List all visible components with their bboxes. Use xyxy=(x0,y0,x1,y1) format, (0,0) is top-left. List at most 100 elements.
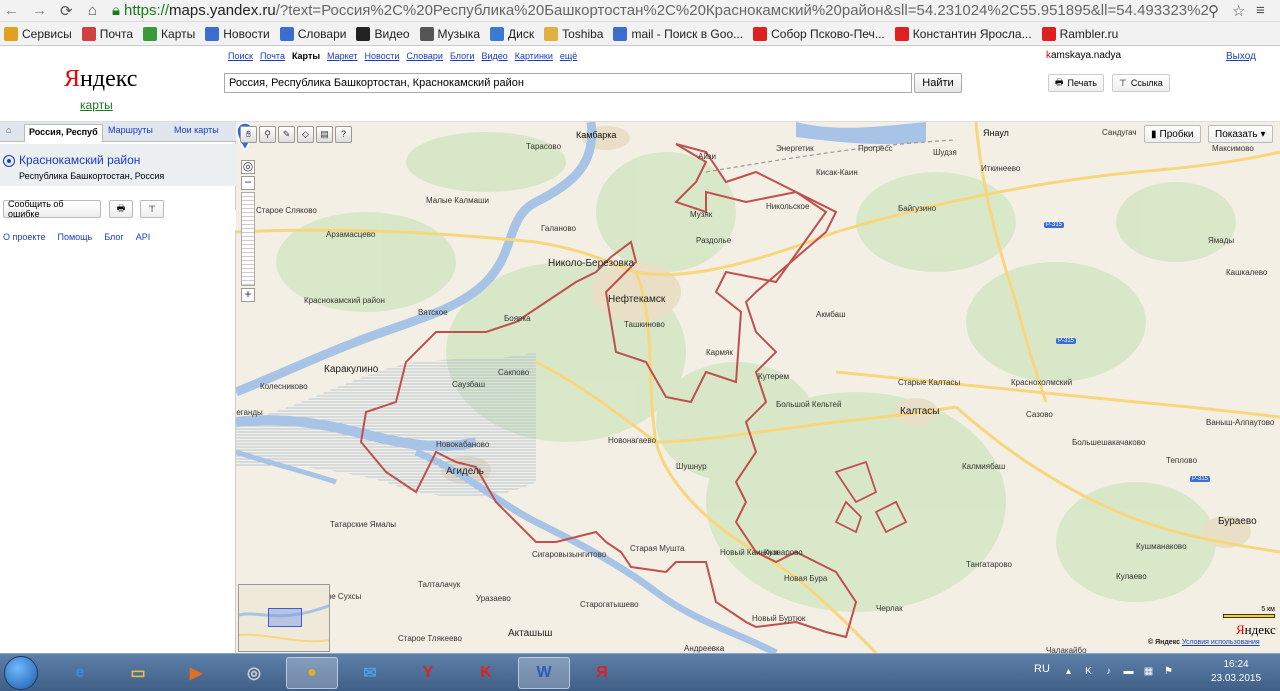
service-link[interactable]: Картинки xyxy=(515,51,553,61)
minimap[interactable] xyxy=(238,584,330,652)
kaspersky-app[interactable]: K xyxy=(460,657,512,689)
rambler-icon xyxy=(1041,26,1056,41)
service-link[interactable]: Почта xyxy=(260,51,285,61)
back-icon[interactable]: ← xyxy=(4,2,19,19)
search-input[interactable] xyxy=(224,73,912,93)
map-place-label: Агидель xyxy=(446,466,485,477)
hand-tool-icon[interactable]: ✋︎ xyxy=(240,126,257,143)
service-link[interactable]: Блоги xyxy=(450,51,474,61)
bookmark-item[interactable]: Карты xyxy=(143,26,195,41)
tab-search[interactable]: Россия, Респуб xyxy=(24,124,103,142)
magnifier-tool-icon[interactable]: ⚲ xyxy=(259,126,276,143)
bookmark-item[interactable]: Новости xyxy=(205,26,270,41)
minimap-viewport[interactable] xyxy=(268,608,302,627)
sidebar-link[interactable]: API xyxy=(136,232,151,242)
home-icon[interactable]: ⌂ xyxy=(88,2,97,19)
bookmark-item[interactable]: Видео xyxy=(356,26,410,41)
volume-icon[interactable]: ♪ xyxy=(1102,665,1115,678)
bookmark-item[interactable]: Константин Яросла... xyxy=(894,26,1032,41)
media-app[interactable]: ▶ xyxy=(170,657,222,689)
bookmark-item[interactable]: Toshiba xyxy=(544,26,603,41)
tab-my-maps[interactable]: Мои карты xyxy=(174,125,219,135)
search-result[interactable]: Краснокамский район Республика Башкортос… xyxy=(0,144,236,186)
disk-icon xyxy=(490,26,504,41)
word-app[interactable]: W xyxy=(518,657,570,689)
map-place-label: Новая Бура xyxy=(784,574,828,583)
sidebar-link[interactable]: О проекте xyxy=(3,232,45,242)
logout-link[interactable]: Выход xyxy=(1226,51,1256,62)
address-bar[interactable]: 🔒︎ https://maps.yandex.ru/?text=Россия%2C… xyxy=(112,1,1252,21)
battery-icon[interactable]: ▬ xyxy=(1122,665,1135,678)
bookmark-item[interactable]: Сервисы xyxy=(4,26,72,41)
zoom-in-icon[interactable]: + xyxy=(241,288,255,302)
help-tool-icon[interactable]: ? xyxy=(335,126,352,143)
tray-clock[interactable]: 16:24 23.03.2015 xyxy=(1206,658,1266,686)
result-radio-icon[interactable] xyxy=(3,155,15,167)
maps-service-link[interactable]: карты xyxy=(80,98,113,112)
zoom-slider[interactable] xyxy=(241,192,255,286)
sidebar-link[interactable]: Помощь xyxy=(57,232,92,242)
terms-link[interactable]: Условия использования xyxy=(1182,639,1260,646)
disk-app[interactable]: ◎ xyxy=(228,657,280,689)
home-icon[interactable]: ⌂ xyxy=(6,125,11,135)
search-button[interactable]: Найти xyxy=(914,73,962,93)
network-icon[interactable]: ▦ xyxy=(1142,665,1155,678)
sidebar-link[interactable]: Блог xyxy=(104,232,123,242)
print-button[interactable]: 🖶︎ xyxy=(109,200,133,218)
map-canvas[interactable]: Камбарка Тарасово Энергетик Прогресс Шудзя Ян… xyxy=(236,122,1280,653)
service-link[interactable]: ещё xyxy=(560,51,577,61)
link-button[interactable]: ⊤ Ссылка xyxy=(1112,74,1170,92)
eraser-tool-icon[interactable]: ◇ xyxy=(297,126,314,143)
forward-icon[interactable]: → xyxy=(32,2,47,19)
yandex-map-logo[interactable]: Яндекс xyxy=(1236,622,1276,638)
yandex-logo[interactable]: Яндекс xyxy=(64,66,137,93)
bookmark-item[interactable]: Rambler.ru xyxy=(1041,26,1118,41)
link-button[interactable]: ⊤ xyxy=(140,200,164,218)
result-title[interactable]: Краснокамский район xyxy=(19,153,140,167)
service-link[interactable]: Маркет xyxy=(327,51,357,61)
menu-icon[interactable]: ≡ xyxy=(1256,2,1265,19)
disc-icon: ◎ xyxy=(247,665,261,682)
star-icon[interactable]: ☆ xyxy=(1232,2,1245,20)
tray-arrow-icon[interactable]: ▴ xyxy=(1062,665,1075,678)
map-place-label: Большой Кельтей xyxy=(776,400,842,409)
yandex-browser-icon: Y xyxy=(422,664,434,681)
kaspersky-tray-icon[interactable]: K xyxy=(1082,665,1095,678)
yandex-app[interactable]: Я xyxy=(576,657,628,689)
notification-icon[interactable]: ⚑ xyxy=(1162,665,1175,678)
bookmark-item[interactable]: Собор Псково-Печ... xyxy=(753,26,885,41)
print-button[interactable]: 🖶︎ Печать xyxy=(1048,74,1104,92)
service-link[interactable]: Словари xyxy=(406,51,443,61)
bookmark-item[interactable]: mail - Поиск в Goo... xyxy=(613,26,743,41)
start-button[interactable] xyxy=(4,656,38,690)
zoom-out-icon[interactable]: − xyxy=(241,176,255,190)
report-error-button[interactable]: Сообщить об ошибке xyxy=(3,199,101,219)
service-link[interactable]: Поиск xyxy=(228,51,253,61)
locate-icon[interactable]: ◎ xyxy=(241,160,255,174)
ie-app[interactable]: e xyxy=(54,657,106,689)
bookmark-item[interactable]: Словари xyxy=(279,26,346,41)
bookmark-item[interactable]: Диск xyxy=(490,26,534,41)
chrome-app[interactable]: ● xyxy=(286,657,338,689)
traffic-button[interactable]: ▮ Пробки xyxy=(1144,125,1201,143)
explorer-app[interactable]: ▭ xyxy=(112,657,164,689)
yandex-browser-app[interactable]: Y xyxy=(402,657,454,689)
service-link[interactable]: Новости xyxy=(365,51,400,61)
tab-routes[interactable]: Маршруты xyxy=(108,125,153,135)
show-layers-button[interactable]: Показать ▾ xyxy=(1208,125,1273,143)
service-link[interactable]: Карты xyxy=(292,51,320,61)
bookmark-item[interactable]: Музыка xyxy=(419,26,480,41)
yandex-icon: Я xyxy=(596,664,608,681)
ruler-tool-icon[interactable]: ✎ xyxy=(278,126,295,143)
word-icon: W xyxy=(536,664,552,681)
bookmark-item[interactable]: Почта xyxy=(81,26,133,41)
layers-tool-icon[interactable]: ▤ xyxy=(316,126,333,143)
language-indicator[interactable]: RU xyxy=(1034,663,1050,675)
map-place-label: Татарские Ямалы xyxy=(330,520,397,529)
service-link[interactable]: Видео xyxy=(481,51,507,61)
reload-icon[interactable]: ⟳ xyxy=(60,2,73,20)
user-name[interactable]: kamskaya.nadya xyxy=(1046,50,1121,61)
folder-icon xyxy=(544,26,559,41)
mail-app[interactable]: ✉ xyxy=(344,657,396,689)
zoom-icon[interactable]: ⚲ xyxy=(1208,2,1219,20)
